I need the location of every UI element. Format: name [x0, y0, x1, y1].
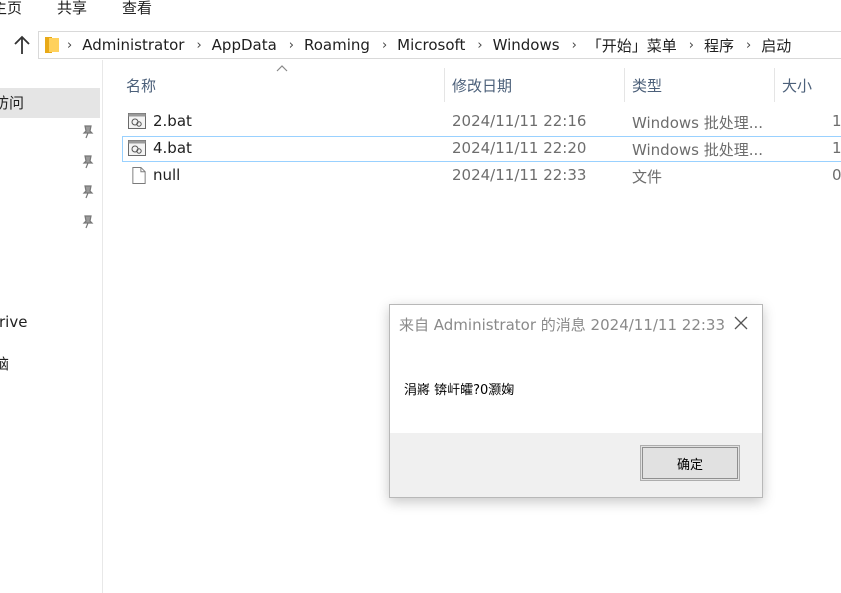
pin-icon[interactable]	[82, 125, 94, 139]
sidebar-item-onedrive[interactable]: rive	[0, 313, 27, 331]
column-header-size[interactable]: 大小	[782, 75, 812, 96]
file-name: 2.bat	[153, 112, 192, 130]
dialog-title: 来自 Administrator 的消息 2024/11/11 22:33	[399, 316, 726, 334]
chevron-right-icon[interactable]: ›	[746, 38, 751, 53]
chevron-right-icon[interactable]: ›	[477, 38, 482, 53]
ribbon: 主页 共享 查看	[0, 0, 841, 20]
column-divider[interactable]	[444, 68, 445, 102]
file-type: 文件	[632, 168, 663, 186]
file-name: 4.bat	[153, 139, 192, 157]
file-size: 0	[832, 166, 841, 184]
ok-button[interactable]: 确定	[640, 445, 740, 481]
sidebar-item-this-pc[interactable]: 脑	[0, 353, 9, 374]
chevron-right-icon[interactable]: ›	[572, 38, 577, 53]
chevron-right-icon[interactable]: ›	[67, 38, 72, 53]
up-arrow-icon[interactable]	[12, 34, 32, 56]
column-divider[interactable]	[774, 68, 775, 102]
chevron-right-icon[interactable]: ›	[289, 38, 294, 53]
breadcrumb-roaming[interactable]: Roaming	[304, 36, 370, 54]
message-dialog: 来自 Administrator 的消息 2024/11/11 22:33 涓嶈…	[389, 304, 763, 498]
breadcrumb-programs[interactable]: 程序	[704, 35, 734, 56]
chevron-right-icon[interactable]: ›	[689, 38, 694, 53]
breadcrumb-administrator[interactable]: Administrator	[82, 36, 184, 54]
file-type: Windows 批处理...	[632, 114, 764, 132]
breadcrumb-start-menu[interactable]: 「开始」菜单	[587, 35, 677, 56]
breadcrumb: › Administrator › AppData › Roaming › Mi…	[67, 32, 791, 58]
sidebar-item-quick-access-label[interactable]: 访问	[0, 92, 24, 113]
file-type: Windows 批处理...	[632, 141, 764, 159]
column-divider[interactable]	[624, 68, 625, 102]
file-size: 1	[832, 139, 841, 157]
folder-icon	[45, 37, 59, 53]
ribbon-tab-share[interactable]: 共享	[57, 0, 87, 18]
pin-icon[interactable]	[82, 215, 94, 229]
column-header-date[interactable]: 修改日期	[452, 75, 512, 96]
navigation-pane: 访问 rive 脑	[0, 60, 103, 593]
sort-ascending-icon	[276, 65, 288, 72]
chevron-right-icon[interactable]: ›	[382, 38, 387, 53]
breadcrumb-windows[interactable]: Windows	[493, 36, 560, 54]
blank-file-icon	[132, 167, 146, 184]
pin-icon[interactable]	[82, 185, 94, 199]
ribbon-tab-view[interactable]: 查看	[122, 0, 152, 18]
file-date: 2024/11/11 22:16	[452, 112, 587, 130]
column-header-type[interactable]: 类型	[632, 75, 662, 96]
file-row[interactable]: 4.bat 2024/11/11 22:20 Windows 批处理... 1	[122, 136, 841, 162]
file-date: 2024/11/11 22:20	[452, 139, 587, 157]
column-header-name[interactable]: 名称	[126, 75, 156, 96]
file-size: 1	[832, 112, 841, 130]
pin-icon[interactable]	[82, 155, 94, 169]
address-bar[interactable]: › Administrator › AppData › Roaming › Mi…	[38, 31, 841, 59]
breadcrumb-startup[interactable]: 启动	[761, 35, 791, 56]
breadcrumb-appdata[interactable]: AppData	[212, 36, 277, 54]
dialog-footer: 确定	[390, 433, 762, 497]
file-row[interactable]: 2.bat 2024/11/11 22:16 Windows 批处理... 1	[122, 109, 841, 135]
file-row[interactable]: null 2024/11/11 22:33 文件 0	[122, 163, 841, 189]
bat-file-icon	[128, 113, 146, 129]
breadcrumb-microsoft[interactable]: Microsoft	[397, 36, 465, 54]
dialog-message: 涓嶈 锛屽皬?0灏婅	[404, 383, 515, 398]
bat-file-icon	[128, 140, 146, 156]
file-date: 2024/11/11 22:33	[452, 166, 587, 184]
file-name: null	[153, 166, 181, 184]
close-icon[interactable]	[733, 315, 749, 331]
ribbon-tab-home[interactable]: 主页	[0, 0, 22, 18]
chevron-right-icon[interactable]: ›	[196, 38, 201, 53]
